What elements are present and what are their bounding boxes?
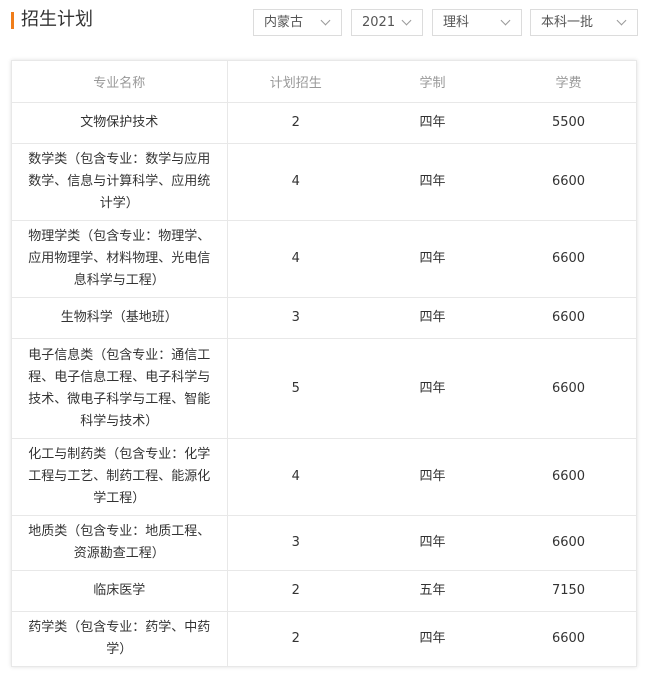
plan-count: 2 [227,102,364,144]
duration: 四年 [364,102,501,144]
year-select-value: 2021 [362,15,396,30]
plan-count: 2 [291,631,300,647]
table-row: 药学类（包含专业：药学、中药学） 2 四年 6600 [12,611,636,667]
page-header: 招生计划 内蒙古 2021 理科 本科一批 [0,0,649,46]
column-header-duration: 学制 [364,61,501,103]
table-row: 电子信息类（包含专业：通信工程、电子信息工程、电子科学与技术、微电子科学与工程、… [12,338,636,439]
major-name: 临床医学 [12,570,228,612]
duration: 四年 [364,515,501,571]
duration: 五年 [364,570,501,612]
fee: 6600 [501,297,636,339]
column-header-fee: 学费 [501,61,636,103]
duration: 四年 [364,438,501,516]
province-select[interactable]: 内蒙古 [253,9,342,36]
column-header-plan: 计划招生 [227,61,364,103]
fee: 6600 [501,143,636,221]
subject-select-value: 理科 [443,15,470,30]
year-select[interactable]: 2021 [351,9,423,36]
table-row: 化工与制药类（包含专业：化学工程与工艺、制药工程、能源化学工程） 4 四年 66… [12,438,636,516]
page-title: 招生计划 [21,9,93,30]
fee: 6600 [501,338,636,439]
table-row: 物理学类（包含专业：物理学、应用物理学、材料物理、光电信息科学与工程） 4 四年… [12,220,636,298]
major-name: 物理学类（包含专业：物理学、应用物理学、材料物理、光电信息科学与工程） [12,220,228,298]
fee: 6600 [551,631,586,647]
table-row: 临床医学 2 五年 7150 [12,570,636,612]
fee: 5500 [501,102,636,144]
major-name: 电子信息类（包含专业：通信工程、电子信息工程、电子科学与技术、微电子科学与工程、… [12,338,228,439]
duration: 四年 [364,338,501,439]
fee: 6600 [501,515,636,571]
chevron-down-icon [401,15,412,26]
table-row: 数学类（包含专业：数学与应用数学、信息与计算科学、应用统计学） 4 四年 660… [12,143,636,221]
chevron-down-icon [320,15,331,26]
title-accent-bar [11,12,14,29]
fee: 7150 [501,570,636,612]
duration: 四年 [364,220,501,298]
duration: 四年 [419,631,446,647]
major-name: 生物科学（基地班） [12,297,228,339]
duration: 四年 [364,143,501,221]
plan-count: 2 [227,570,364,612]
province-select-value: 内蒙古 [264,15,304,30]
major-name: 化工与制药类（包含专业：化学工程与工艺、制药工程、能源化学工程） [12,438,228,516]
plan-count: 4 [227,438,364,516]
plan-count: 3 [227,515,364,571]
table-row: 文物保护技术 2 四年 5500 [12,102,636,144]
column-header-major: 专业名称 [12,61,228,103]
fee: 6600 [501,438,636,516]
subject-select[interactable]: 理科 [432,9,522,36]
table-header-row: 专业名称 计划招生 学制 学费 [12,61,636,103]
major-name: 文物保护技术 [12,102,228,144]
plan-table: 专业名称 计划招生 学制 学费 文物保护技术 2 四年 5500 数学类（包含专… [12,61,636,667]
enrollment-plan-table: 专业名称 计划招生 学制 学费 文物保护技术 2 四年 5500 数学类（包含专… [11,60,637,667]
batch-select-value: 本科一批 [541,15,594,30]
plan-count: 5 [227,338,364,439]
major-name: 药学类（包含专业：药学、中药学） [12,611,228,667]
duration: 四年 [364,297,501,339]
chevron-down-icon [500,15,511,26]
table-row: 生物科学（基地班） 3 四年 6600 [12,297,636,339]
major-name: 地质类（包含专业：地质工程、资源勘查工程） [12,515,228,571]
plan-count: 4 [227,220,364,298]
table-row: 地质类（包含专业：地质工程、资源勘查工程） 3 四年 6600 [12,515,636,571]
batch-select[interactable]: 本科一批 [530,9,638,36]
major-name: 数学类（包含专业：数学与应用数学、信息与计算科学、应用统计学） [12,143,228,221]
plan-count: 3 [227,297,364,339]
plan-count: 4 [227,143,364,221]
chevron-down-icon [616,15,627,26]
fee: 6600 [501,220,636,298]
